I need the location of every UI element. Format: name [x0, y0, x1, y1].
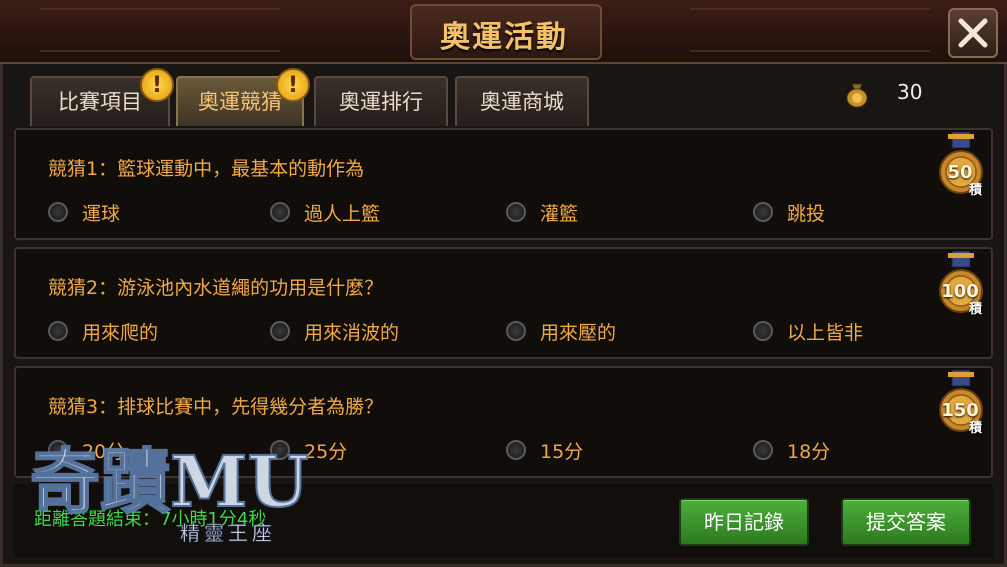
window-title: 奧運活動 [440, 20, 568, 55]
quiz-question-2: 競猜2：游泳池內水道繩的功用是什麼？ [48, 277, 384, 299]
radio-button[interactable] [48, 321, 68, 341]
tab-events-label: 比賽項目 [58, 90, 142, 114]
radio-button[interactable] [753, 440, 773, 460]
point-count: 30 [897, 80, 923, 104]
tab-shop[interactable]: 奧運商城 [455, 76, 589, 126]
logo-subtitle: 精靈王座 [180, 521, 276, 545]
reward-unit: 積 [969, 183, 983, 198]
title-ornament-left [40, 8, 280, 52]
quiz-1-option-1[interactable]: 運球 [48, 198, 120, 226]
quiz-3-option-4[interactable]: 18分 [753, 436, 830, 464]
radio-button[interactable] [506, 440, 526, 460]
quiz-2-option-2[interactable]: 用來消波的 [270, 317, 399, 345]
quiz-panel-2: 競猜2：游泳池內水道繩的功用是什麼？ 用來爬的 用來消波的 用來壓的 以上皆非 … [14, 247, 993, 359]
quiz-1-option-4[interactable]: 跳投 [753, 198, 825, 226]
quiz-3-option-3[interactable]: 15分 [506, 436, 583, 464]
radio-button[interactable] [506, 202, 526, 222]
option-label: 跳投 [787, 202, 826, 225]
radio-button[interactable] [270, 321, 290, 341]
tab-shop-label: 奧運商城 [480, 90, 564, 114]
reward-medal-3: 150 積 [938, 369, 988, 440]
title-ornament-right [690, 8, 930, 52]
quiz-2-option-4[interactable]: 以上皆非 [753, 317, 863, 345]
option-label: 用來消波的 [304, 321, 400, 344]
radio-button[interactable] [48, 202, 68, 222]
radio-button[interactable] [753, 321, 773, 341]
point-bag-icon [846, 83, 868, 108]
logo-title: 奇蹟MU [30, 440, 309, 523]
option-label: 18分 [787, 440, 831, 463]
game-logo: 奇蹟MU 精靈王座 [29, 439, 310, 545]
quiz-question-3: 競猜3：排球比賽中，先得幾分者為勝？ [48, 396, 384, 418]
option-label: 運球 [82, 202, 121, 225]
radio-button[interactable] [270, 202, 290, 222]
close-icon [958, 18, 988, 48]
radio-button[interactable] [753, 202, 773, 222]
reward-unit: 積 [969, 421, 983, 436]
tab-quiz-alert-icon: ! [276, 68, 310, 102]
reward-medal-2: 100 積 [938, 250, 988, 321]
quiz-panel-1: 競猜1：籃球運動中，最基本的動作為 運球 過人上籃 灌籃 跳投 50 積 [14, 128, 993, 240]
tab-events-alert-icon: ! [140, 68, 174, 102]
radio-button[interactable] [506, 321, 526, 341]
tab-ranking-label: 奧運排行 [339, 90, 423, 114]
option-label: 灌籃 [540, 202, 579, 225]
option-label: 15分 [540, 440, 584, 463]
reward-medal-1: 50 積 [938, 131, 988, 202]
tab-quiz-label: 奧運競猜 [198, 90, 282, 114]
option-label: 用來壓的 [540, 321, 617, 344]
history-button[interactable]: 昨日記錄 [679, 498, 809, 546]
quiz-question-1: 競猜1：籃球運動中，最基本的動作為 [48, 158, 365, 180]
close-button[interactable] [948, 8, 998, 58]
option-label: 以上皆非 [787, 321, 864, 344]
tab-ranking[interactable]: 奧運排行 [314, 76, 448, 126]
quiz-1-option-2[interactable]: 過人上籃 [270, 198, 380, 226]
option-label: 過人上籃 [304, 202, 381, 225]
submit-answer-button[interactable]: 提交答案 [841, 498, 971, 546]
reward-unit: 積 [969, 302, 983, 317]
quiz-2-option-1[interactable]: 用來爬的 [48, 317, 158, 345]
quiz-2-option-3[interactable]: 用來壓的 [506, 317, 616, 345]
option-label: 用來爬的 [82, 321, 159, 344]
quiz-1-option-3[interactable]: 灌籃 [506, 198, 578, 226]
